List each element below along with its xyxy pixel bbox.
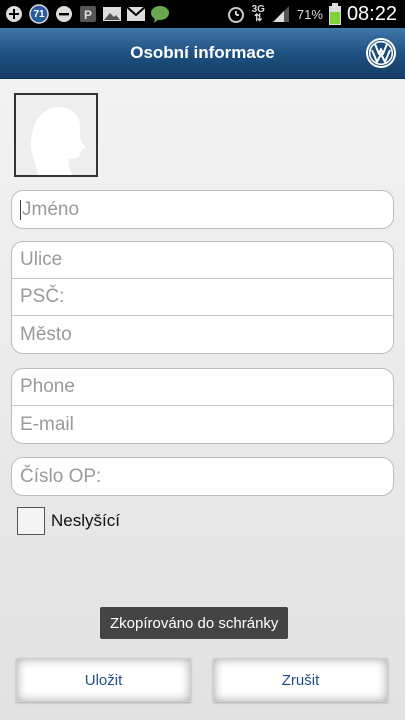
plus-circle-icon [4,4,24,24]
person-silhouette-icon [16,95,96,175]
deaf-checkbox[interactable] [17,507,45,535]
address-field-group: Ulice PSČ: Město [11,241,394,354]
name-field[interactable]: Jméno [12,191,393,228]
id-number-placeholder: Číslo OP: [20,465,102,487]
deaf-checkbox-row[interactable]: Neslyšící [17,507,120,535]
save-button[interactable]: Uložit [16,658,191,702]
3g-icon: 3G ⇅ [251,4,265,24]
deaf-checkbox-label[interactable]: Neslyšící [51,511,120,531]
name-field-group: Jméno [11,190,394,229]
alarm-icon [226,4,246,24]
street-field[interactable]: Ulice [12,242,393,279]
city-field[interactable]: Město [12,316,393,353]
battery-percent: 71% [296,6,323,22]
zip-placeholder: PSČ: [20,286,65,307]
parking-icon: P [78,4,98,24]
vw-logo-icon[interactable] [365,37,397,69]
text-cursor [20,199,21,220]
notification-count: 71 [33,8,45,20]
gmail-icon [126,4,146,24]
toast-message: Zkopírováno do schránky [100,607,289,639]
notification-count-icon: 71 [28,4,50,24]
street-placeholder: Ulice [20,249,63,270]
chat-icon [150,4,170,24]
cancel-button[interactable]: Zrušit [213,658,388,702]
id-field-group: Číslo OP: [11,457,394,496]
clock: 08:22 [346,2,397,25]
battery-icon [328,3,341,25]
city-placeholder: Město [20,323,72,345]
id-number-field[interactable]: Číslo OP: [12,458,393,495]
minus-circle-icon [54,4,74,24]
email-field[interactable]: E-mail [12,406,393,443]
network-type: 3G [251,4,265,15]
app-header: Osobní informace [0,28,405,79]
email-placeholder: E-mail [20,413,74,435]
svg-text:P: P [84,8,92,22]
avatar[interactable] [14,93,98,177]
phone-field[interactable]: Phone [12,369,393,406]
zip-field[interactable]: PSČ: [12,279,393,316]
status-bar: 71 P 3G ⇅ 71% 08:22 [0,0,405,28]
page-title: Osobní informace [130,43,275,62]
name-placeholder: Jméno [22,198,80,220]
signal-icon [271,4,291,24]
contact-field-group: Phone E-mail [11,368,394,444]
image-icon [102,4,122,24]
phone-placeholder: Phone [20,376,75,397]
